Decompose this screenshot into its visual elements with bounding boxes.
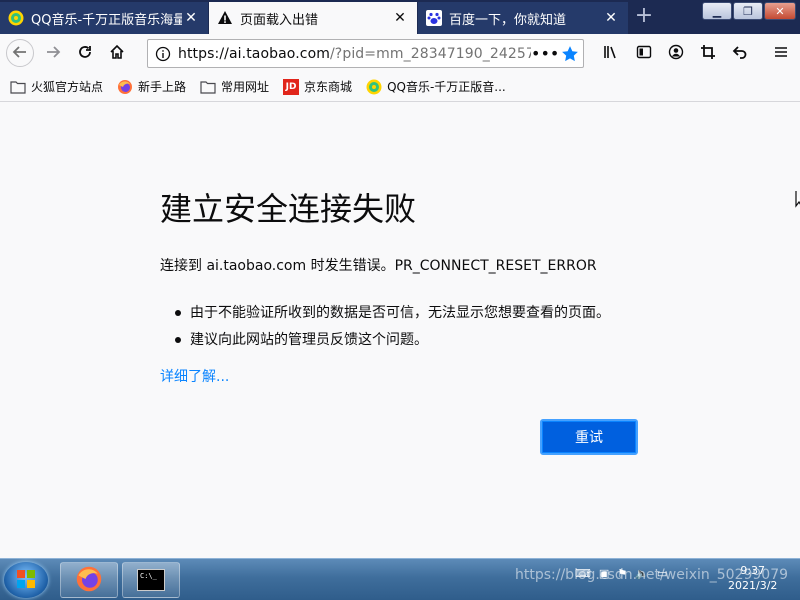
watermark-text: https://blog.csdn.net/weixin_50299079 xyxy=(515,567,789,583)
arrow-right-icon xyxy=(45,44,61,63)
sidebar-icon xyxy=(636,44,652,63)
jd-icon: JD xyxy=(283,78,300,95)
bookmark-item[interactable]: 新手上路 xyxy=(117,78,186,95)
home-icon xyxy=(109,44,125,63)
bookmark-item[interactable]: JD 京东商城 xyxy=(283,78,352,95)
bookmarks-toolbar: 火狐官方站点 新手上路 常用网址 JD 京东商城 QQ音乐-千万正版音... xyxy=(0,72,800,102)
page-actions-button[interactable]: ••• xyxy=(531,44,559,63)
start-button[interactable] xyxy=(4,562,48,598)
tab-label: 页面载入出错 xyxy=(240,12,319,28)
cmd-icon: C:\_ xyxy=(137,569,165,591)
bookmark-label: 京东商城 xyxy=(304,80,353,94)
bookmark-item[interactable]: QQ音乐-千万正版音... xyxy=(366,78,506,95)
firefox-icon xyxy=(75,565,103,596)
forward-button[interactable] xyxy=(40,40,66,66)
folder-icon xyxy=(200,79,216,95)
menu-button[interactable] xyxy=(768,40,794,66)
minimize-button[interactable]: ▁ xyxy=(702,2,732,20)
crop-icon xyxy=(700,44,716,63)
maximize-button[interactable]: ❐ xyxy=(733,2,763,20)
url-bar[interactable]: https://ai.taobao.com/?pid=mm_28347190_2… xyxy=(147,39,584,68)
account-button[interactable] xyxy=(663,40,689,66)
back-button[interactable] xyxy=(6,39,34,67)
screenshot-button[interactable] xyxy=(695,40,721,66)
error-page: 建立安全连接失败 连接到 ai.taobao.com 时发生错误。PR_CONN… xyxy=(0,102,800,558)
account-icon xyxy=(668,44,684,63)
taskbar-firefox[interactable] xyxy=(60,562,118,598)
list-item: 由于不能验证所收到的数据是否可信，无法显示您想要查看的页面。 xyxy=(175,302,610,329)
mouse-cursor-icon xyxy=(795,190,800,208)
bookmark-label: 新手上路 xyxy=(138,80,187,94)
close-icon[interactable]: ✕ xyxy=(602,9,620,27)
home-button[interactable] xyxy=(104,40,130,66)
window-close-button[interactable]: ✕ xyxy=(764,2,796,20)
hamburger-icon xyxy=(773,44,789,63)
bookmark-item[interactable]: 常用网址 xyxy=(200,78,269,95)
url-path: /?pid=mm_28347190_2425761 xyxy=(329,45,531,62)
reload-button[interactable] xyxy=(72,40,98,66)
baidu-paw-icon xyxy=(426,10,442,26)
undo-arrow-icon xyxy=(732,44,748,63)
tab-label: 百度一下，你就知道 xyxy=(449,12,567,28)
firefox-icon xyxy=(117,79,133,95)
folder-icon xyxy=(10,79,26,95)
bookmark-label: 火狐官方站点 xyxy=(31,80,104,94)
error-description: 连接到 ai.taobao.com 时发生错误。PR_CONNECT_RESET… xyxy=(160,258,597,274)
bookmark-label: QQ音乐-千万正版音... xyxy=(387,80,506,94)
taskbar-cmd[interactable]: C:\_ xyxy=(122,562,180,598)
bookmark-item[interactable]: 火狐官方站点 xyxy=(10,78,103,95)
url-host: https://ai.taobao.com xyxy=(178,45,330,62)
close-icon[interactable]: ✕ xyxy=(391,9,409,27)
nav-toolbar: https://ai.taobao.com/?pid=mm_28347190_2… xyxy=(0,34,800,72)
list-item: 建议向此网站的管理员反馈这个问题。 xyxy=(175,329,610,356)
tab-strip: QQ音乐-千万正版音乐海量 ✕ 页面载入出错 ✕ 百度一下，你就知道 ✕ + ▁… xyxy=(0,0,800,34)
bookmark-label: 常用网址 xyxy=(221,80,270,94)
tab-baidu[interactable]: 百度一下，你就知道 ✕ xyxy=(418,2,628,34)
new-tab-button[interactable]: + xyxy=(630,4,658,30)
error-details-list: 由于不能验证所收到的数据是否可信，无法显示您想要查看的页面。 建议向此网站的管理… xyxy=(175,302,610,356)
qq-music-icon xyxy=(8,10,24,26)
url-text[interactable]: https://ai.taobao.com/?pid=mm_28347190_2… xyxy=(178,46,531,62)
retry-button[interactable]: 重试 xyxy=(540,419,638,455)
tab-qq-music[interactable]: QQ音乐-千万正版音乐海量 ✕ xyxy=(0,2,208,34)
tab-error-page[interactable]: 页面载入出错 ✕ xyxy=(209,2,417,34)
bookmark-star-icon[interactable] xyxy=(557,45,583,63)
reload-icon xyxy=(77,44,93,63)
sidebar-button[interactable] xyxy=(631,40,657,66)
warning-icon xyxy=(217,10,233,26)
info-icon[interactable] xyxy=(148,46,178,62)
qq-music-icon xyxy=(366,79,382,95)
library-icon xyxy=(603,44,619,63)
undo-close-tab-button[interactable] xyxy=(727,40,753,66)
tab-label: QQ音乐-千万正版音乐海量 xyxy=(31,12,182,28)
library-button[interactable] xyxy=(598,40,624,66)
close-icon[interactable]: ✕ xyxy=(182,9,200,27)
arrow-left-icon xyxy=(12,44,28,63)
windows-logo-icon xyxy=(16,569,36,592)
page-title: 建立安全连接失败 xyxy=(160,190,417,228)
learn-more-link[interactable]: 详细了解... xyxy=(160,366,229,386)
